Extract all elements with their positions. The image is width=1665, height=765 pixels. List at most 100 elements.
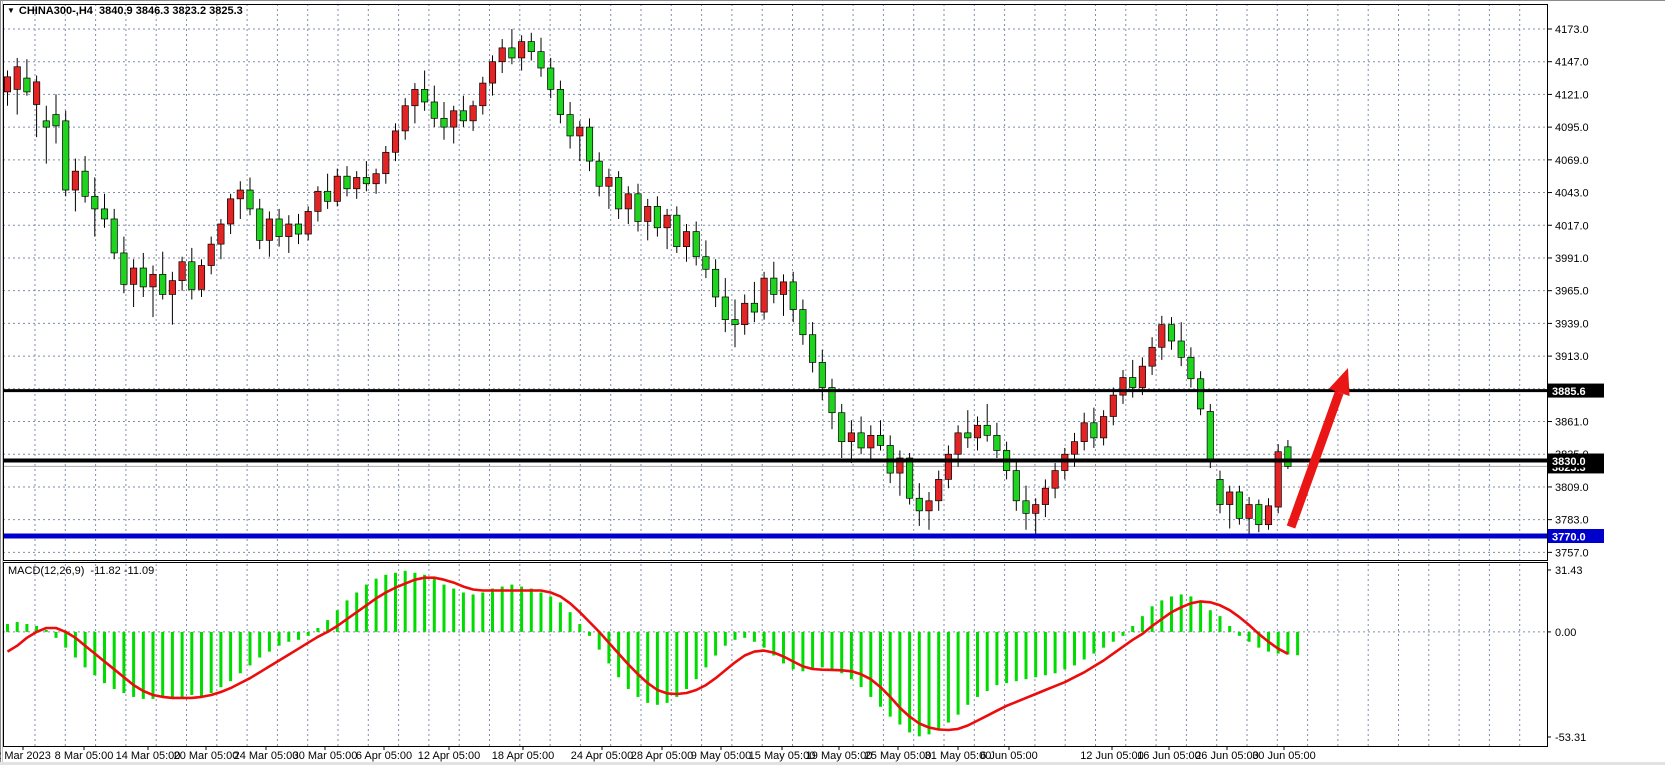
macd-histogram-bar: [986, 632, 989, 691]
ohlc-readout: 3840.9 3846.3 3823.2 3825.3: [99, 5, 243, 17]
macd-histogram-bar: [375, 579, 378, 632]
candle: [276, 209, 282, 247]
macd-histogram-bar: [210, 632, 213, 693]
macd-histogram-bar: [229, 632, 232, 681]
candle: [150, 266, 156, 318]
macd-histogram-bar: [443, 585, 446, 632]
price-tick-label: 4121.0: [1555, 89, 1589, 101]
macd-histogram-bar: [821, 632, 824, 667]
candle: [1168, 317, 1174, 350]
macd-histogram-bar: [734, 632, 737, 640]
macd-histogram-bar: [268, 632, 271, 652]
macd-histogram-bar: [1005, 632, 1008, 683]
symbol-dropdown-icon[interactable]: ▼: [7, 6, 15, 15]
macd-histogram-bar: [45, 630, 48, 632]
time-tick-label: 2 Mar 2023: [0, 750, 51, 762]
macd-histogram-bar: [365, 585, 368, 632]
time-tick-label: 26 Jun 05:00: [1195, 750, 1259, 762]
macd-histogram-bar: [840, 632, 843, 673]
macd-histogram-bar: [792, 632, 795, 669]
candle: [916, 483, 922, 526]
macd-histogram-bar: [1238, 632, 1241, 636]
candle: [82, 156, 88, 203]
candle: [868, 425, 874, 460]
macd-values: -11.82 -11.09: [90, 565, 154, 577]
time-tick-label: 28 Apr 05:00: [631, 750, 693, 762]
macd-histogram-bar: [239, 632, 242, 673]
macd-histogram-bar: [1083, 632, 1086, 660]
price-tick-label: 4173.0: [1555, 24, 1589, 36]
macd-histogram-bar: [966, 632, 969, 705]
candle: [926, 492, 932, 530]
candle: [1091, 408, 1097, 448]
macd-axis[interactable]: 31.430.00-53.31: [1547, 565, 1586, 744]
macd-histogram-bar: [1122, 632, 1125, 636]
macd-histogram-bar: [627, 632, 630, 689]
candle: [625, 186, 631, 224]
price-tick-label: 4017.0: [1555, 220, 1589, 232]
candle: [819, 350, 825, 400]
candle: [965, 410, 971, 448]
candle: [1285, 440, 1291, 469]
macd-histogram-bar: [898, 632, 901, 725]
macd-name: MACD(12,26,9): [8, 565, 84, 577]
time-axis[interactable]: 2 Mar 20238 Mar 05:0014 Mar 05:0020 Mar …: [0, 746, 1316, 762]
macd-histogram-bar: [540, 592, 543, 631]
candle: [703, 240, 709, 278]
macd-layer: [6, 571, 1299, 737]
macd-histogram-bar: [1063, 632, 1066, 669]
candle: [179, 257, 185, 291]
candle: [305, 206, 311, 240]
candle: [237, 181, 243, 219]
candle: [742, 294, 748, 334]
candle: [790, 272, 796, 322]
macd-histogram-bar: [394, 573, 397, 632]
candle: [858, 416, 864, 454]
macd-histogram-bar: [413, 573, 416, 632]
candle: [654, 196, 660, 236]
time-tick-label: 6 Jun 05:00: [980, 750, 1038, 762]
candle: [722, 278, 728, 332]
time-tick-label: 12 Apr 05:00: [418, 750, 480, 762]
macd-histogram-bar: [336, 610, 339, 632]
macd-tick-label: -53.31: [1555, 732, 1586, 744]
candle: [1110, 388, 1116, 426]
macd-histogram-bar: [1044, 632, 1047, 675]
candles-layer: [4, 29, 1291, 533]
candle: [1236, 486, 1242, 525]
candle: [92, 177, 98, 236]
candle: [1178, 322, 1184, 366]
macd-histogram-bar: [607, 632, 610, 664]
macd-histogram-bar: [423, 575, 426, 632]
candle: [441, 102, 447, 140]
candle: [596, 152, 602, 196]
candle: [577, 121, 583, 161]
candle: [421, 71, 427, 111]
macd-histogram-bar: [287, 632, 290, 642]
macd-histogram-bar: [685, 632, 688, 689]
macd-histogram-bar: [462, 592, 465, 631]
price-axis[interactable]: 4173.04147.04121.04095.04069.04043.04017…: [1547, 24, 1604, 559]
macd-histogram-bar: [501, 587, 504, 632]
chart-canvas[interactable]: 4173.04147.04121.04095.04069.04043.04017…: [0, 0, 1665, 765]
macd-histogram-bar: [307, 632, 310, 636]
macd-histogram-bar: [16, 622, 19, 632]
candle: [373, 169, 379, 194]
macd-histogram-bar: [1189, 596, 1192, 631]
macd-histogram-bar: [384, 575, 387, 632]
macd-histogram-bar: [578, 624, 581, 632]
macd-histogram-bar: [481, 592, 484, 631]
macd-histogram-bar: [1286, 632, 1289, 655]
candle: [402, 98, 408, 140]
candle: [140, 253, 146, 297]
candle: [160, 252, 166, 300]
candle: [499, 39, 505, 73]
macd-histogram-bar: [957, 632, 960, 715]
candle: [635, 184, 641, 232]
macd-histogram-bar: [637, 632, 640, 697]
time-tick-label: 9 May 05:00: [691, 750, 752, 762]
candle: [470, 101, 476, 131]
macd-histogram-bar: [753, 632, 756, 642]
macd-histogram-bar: [879, 632, 882, 707]
macd-histogram-bar: [695, 632, 698, 679]
